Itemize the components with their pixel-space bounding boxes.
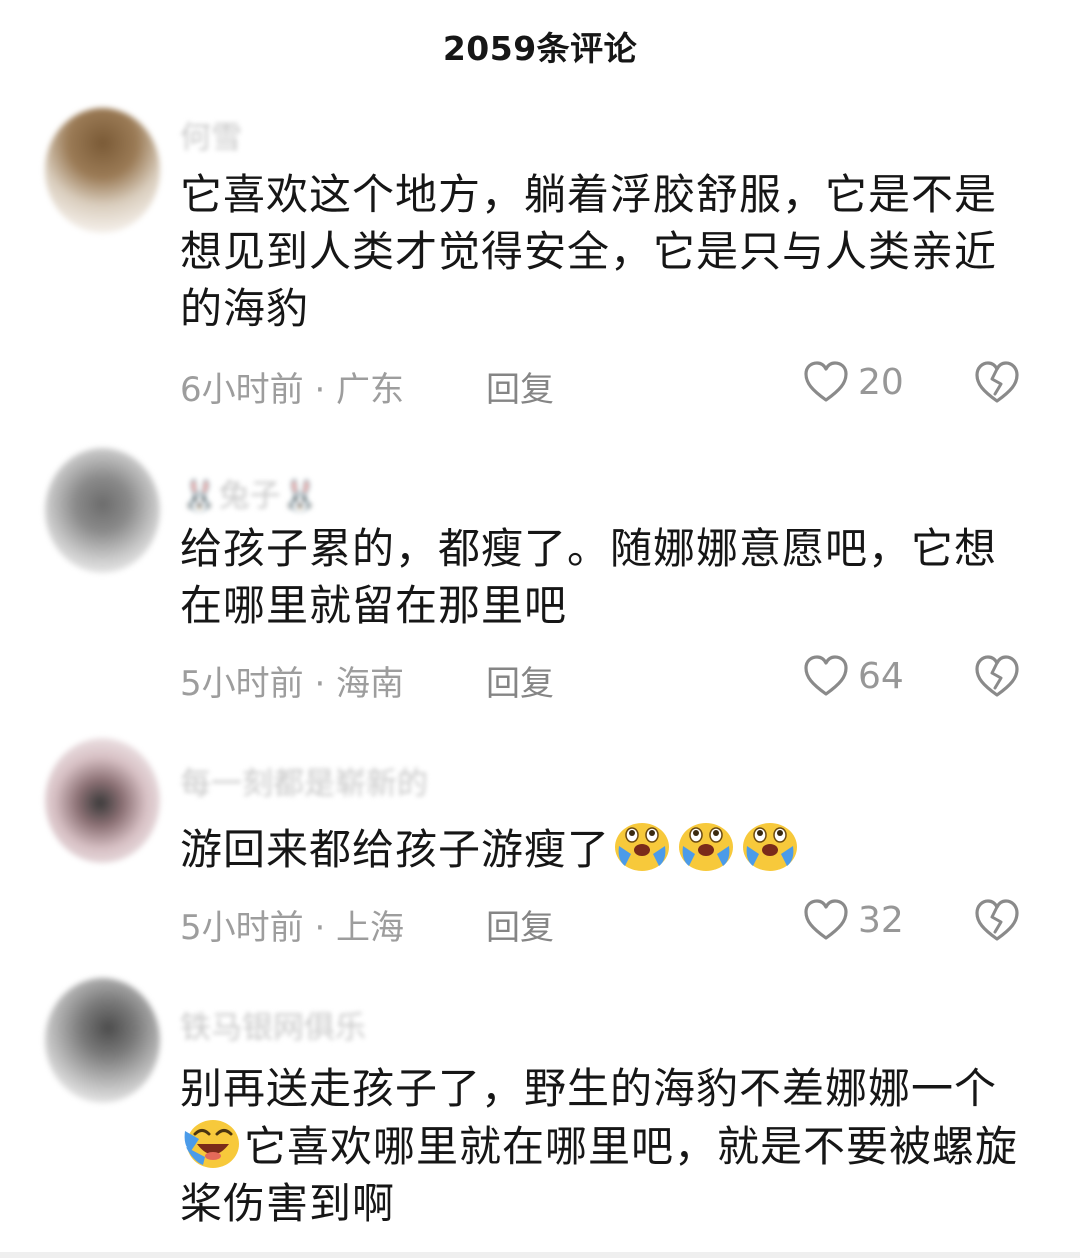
dislike-button[interactable] bbox=[972, 358, 1022, 406]
broken-heart-icon bbox=[975, 899, 1019, 941]
comment-text: 给孩子累的，都瘦了。随娜娜意愿吧，它想在哪里就留在那里吧 bbox=[180, 524, 998, 630]
username[interactable]: 每一刻都是崭新的 bbox=[180, 758, 428, 803]
like-button[interactable]: 20 bbox=[802, 356, 904, 408]
reply-button[interactable]: 回复 bbox=[486, 900, 554, 949]
avatar[interactable] bbox=[45, 108, 160, 233]
heart-outline-icon bbox=[804, 655, 848, 696]
divider bbox=[0, 1252, 1080, 1258]
timestamp-location: 5小时前 · 上海 bbox=[180, 908, 405, 948]
crying-face-emoji bbox=[743, 823, 798, 871]
crying-face-emoji bbox=[615, 823, 670, 871]
comment-meta: 6小时前 · 广东 回复 20 bbox=[180, 356, 1040, 411]
broken-heart-icon bbox=[975, 655, 1019, 697]
comment-text: 游回来都给孩子游瘦了 bbox=[180, 820, 1020, 878]
comment-meta: 5小时前 · 海南 回复 64 bbox=[180, 650, 1040, 705]
comments-header: 2059条评论 bbox=[0, 0, 1080, 92]
broken-heart-icon bbox=[975, 361, 1019, 403]
comment-text: 别再送走孩子了，野生的海豹不差娜娜一个 它喜欢哪里就在哪里吧，就是不要被螺旋桨伤… bbox=[180, 1060, 1020, 1232]
username[interactable]: 🐰兔子🐰 bbox=[180, 470, 319, 515]
reply-button[interactable]: 回复 bbox=[486, 656, 554, 705]
like-count: 20 bbox=[858, 361, 904, 403]
heart-outline-icon bbox=[804, 899, 848, 940]
like-count: 64 bbox=[858, 655, 904, 697]
comment-meta: 5小时前 · 上海 回复 32 bbox=[180, 894, 1040, 949]
reply-button[interactable]: 回复 bbox=[486, 362, 554, 411]
comment-text-part: 它喜欢哪里就在哪里吧，就是不要被螺旋桨伤害到啊 bbox=[180, 1122, 1019, 1228]
dislike-button[interactable] bbox=[972, 652, 1022, 700]
avatar[interactable] bbox=[45, 978, 160, 1103]
like-button[interactable]: 32 bbox=[802, 894, 904, 946]
like-count: 32 bbox=[858, 899, 904, 941]
avatar[interactable] bbox=[45, 448, 160, 573]
timestamp-location: 6小时前 · 广东 bbox=[180, 370, 405, 410]
crying-face-emoji bbox=[679, 823, 734, 871]
dislike-button[interactable] bbox=[972, 896, 1022, 944]
comment-count-title: 2059条评论 bbox=[442, 29, 638, 68]
like-button[interactable]: 64 bbox=[802, 650, 904, 702]
comment-text-body: 游回来都给孩子游瘦了 bbox=[180, 825, 611, 874]
username[interactable]: 铁马银网俱乐 bbox=[180, 1002, 366, 1047]
avatar[interactable] bbox=[45, 738, 160, 863]
timestamp-location: 5小时前 · 海南 bbox=[180, 664, 405, 704]
comment-text-part: 别再送走孩子了，野生的海豹不差娜娜一个 bbox=[180, 1064, 998, 1113]
username[interactable]: 何雪 bbox=[180, 112, 242, 157]
comment-text: 它喜欢这个地方，躺着浮胶舒服，它是不是想见到人类才觉得安全，它是只与人类亲近的海… bbox=[180, 170, 998, 333]
laugh-cry-emoji bbox=[184, 1120, 239, 1168]
heart-outline-icon bbox=[804, 361, 848, 402]
